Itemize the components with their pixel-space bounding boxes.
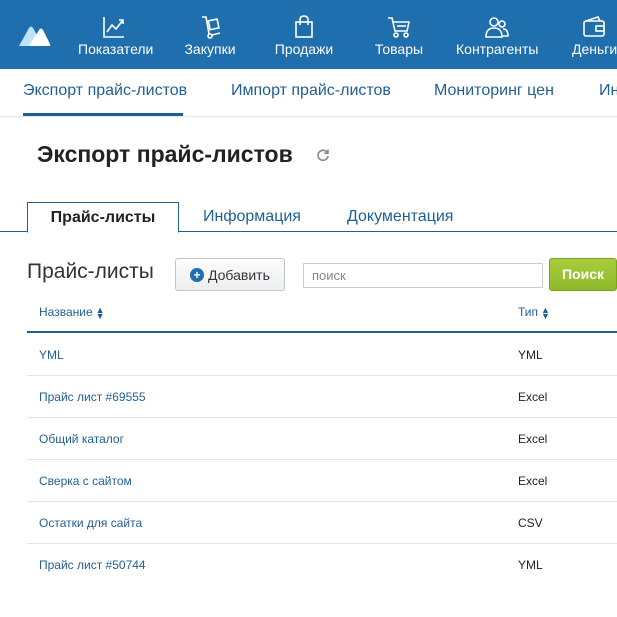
nav-item-counterparties[interactable]: Контрагенты: [456, 0, 538, 69]
section-title: Прайс-листы: [27, 260, 154, 283]
wallet-icon: [583, 16, 605, 37]
table-row: Общий каталог Excel: [27, 418, 617, 460]
tab-information[interactable]: Информация: [203, 202, 301, 232]
users-icon: [485, 17, 509, 38]
price-list-name-link[interactable]: YML: [39, 348, 64, 362]
price-list-name-link[interactable]: Остатки для сайта: [39, 516, 142, 530]
price-list-name-link[interactable]: Прайс лист #69555: [39, 390, 146, 404]
subnav-item-export[interactable]: Экспорт прайс-листов: [23, 82, 187, 100]
column-header-label: Название: [39, 305, 93, 319]
chart-line-icon: [103, 17, 124, 38]
page-title: Экспорт прайс-листов: [37, 141, 293, 167]
price-list-type: Excel: [518, 474, 548, 488]
price-list-type: Excel: [518, 432, 548, 446]
table-row: Прайс лист #50744 YML: [27, 544, 617, 586]
price-list-type: YML: [518, 348, 543, 362]
column-header-type[interactable]: Тип ▲ ▼: [518, 304, 550, 321]
sub-navigation: Экспорт прайс-листов Импорт прайс-листов…: [0, 69, 617, 117]
sort-icon: ▲ ▼: [541, 304, 550, 321]
add-button[interactable]: + Добавить: [175, 258, 285, 291]
refresh-icon[interactable]: [316, 148, 330, 162]
column-header-name[interactable]: Название ▲ ▼: [39, 304, 105, 321]
nav-item-label: Деньги: [572, 41, 617, 57]
nav-item-sales[interactable]: Продажи: [274, 0, 334, 69]
tab-documentation[interactable]: Документация: [347, 202, 453, 232]
table-row: Сверка с сайтом Excel: [27, 460, 617, 502]
subnav-active-indicator: [23, 113, 183, 116]
price-list-type: CSV: [518, 516, 543, 530]
search-button[interactable]: Поиск: [549, 258, 617, 291]
logo-icon[interactable]: [17, 22, 51, 48]
nav-item-purchases[interactable]: Закупки: [183, 0, 237, 69]
nav-item-indicators[interactable]: Показатели: [78, 0, 154, 69]
tab-price-lists[interactable]: Прайс-листы: [27, 202, 179, 233]
hand-truck-icon: [202, 16, 221, 39]
sort-icon: ▲ ▼: [95, 304, 105, 321]
table-row: Остатки для сайта CSV: [27, 502, 617, 544]
price-list-name-link[interactable]: Сверка с сайтом: [39, 474, 132, 488]
subnav-item-monitoring[interactable]: Мониторинг цен: [434, 82, 554, 100]
nav-item-label: Закупки: [184, 41, 236, 57]
table-row: YML YML: [27, 334, 617, 376]
tab-bar: Прайс-листы Информация Документация: [0, 202, 617, 233]
nav-item-label: Продажи: [274, 41, 334, 57]
cart-icon: [388, 17, 410, 38]
table-header: Название ▲ ▼ Тип ▲ ▼: [27, 296, 617, 333]
shopping-bag-icon: [295, 15, 313, 38]
price-list-type: Excel: [518, 390, 548, 404]
plus-icon: +: [190, 268, 204, 282]
top-navigation: Показатели Закупки Продажи Товары Контра…: [0, 0, 617, 69]
nav-item-money[interactable]: Деньги: [572, 0, 617, 69]
column-header-label: Тип: [518, 305, 539, 319]
table-row: Прайс лист #69555 Excel: [27, 376, 617, 418]
add-button-label: Добавить: [208, 267, 270, 283]
subnav-item-more[interactable]: Ин: [599, 82, 617, 100]
search-input[interactable]: [303, 263, 543, 288]
price-list-type: YML: [518, 558, 543, 572]
subnav-item-import[interactable]: Импорт прайс-листов: [231, 82, 391, 100]
price-list-name-link[interactable]: Общий каталог: [39, 432, 124, 446]
nav-item-label: Контрагенты: [456, 41, 539, 57]
nav-item-goods[interactable]: Товары: [372, 0, 426, 69]
price-list-name-link[interactable]: Прайс лист #50744: [39, 558, 146, 572]
nav-item-label: Показатели: [78, 41, 154, 57]
nav-item-label: Товары: [374, 41, 424, 57]
